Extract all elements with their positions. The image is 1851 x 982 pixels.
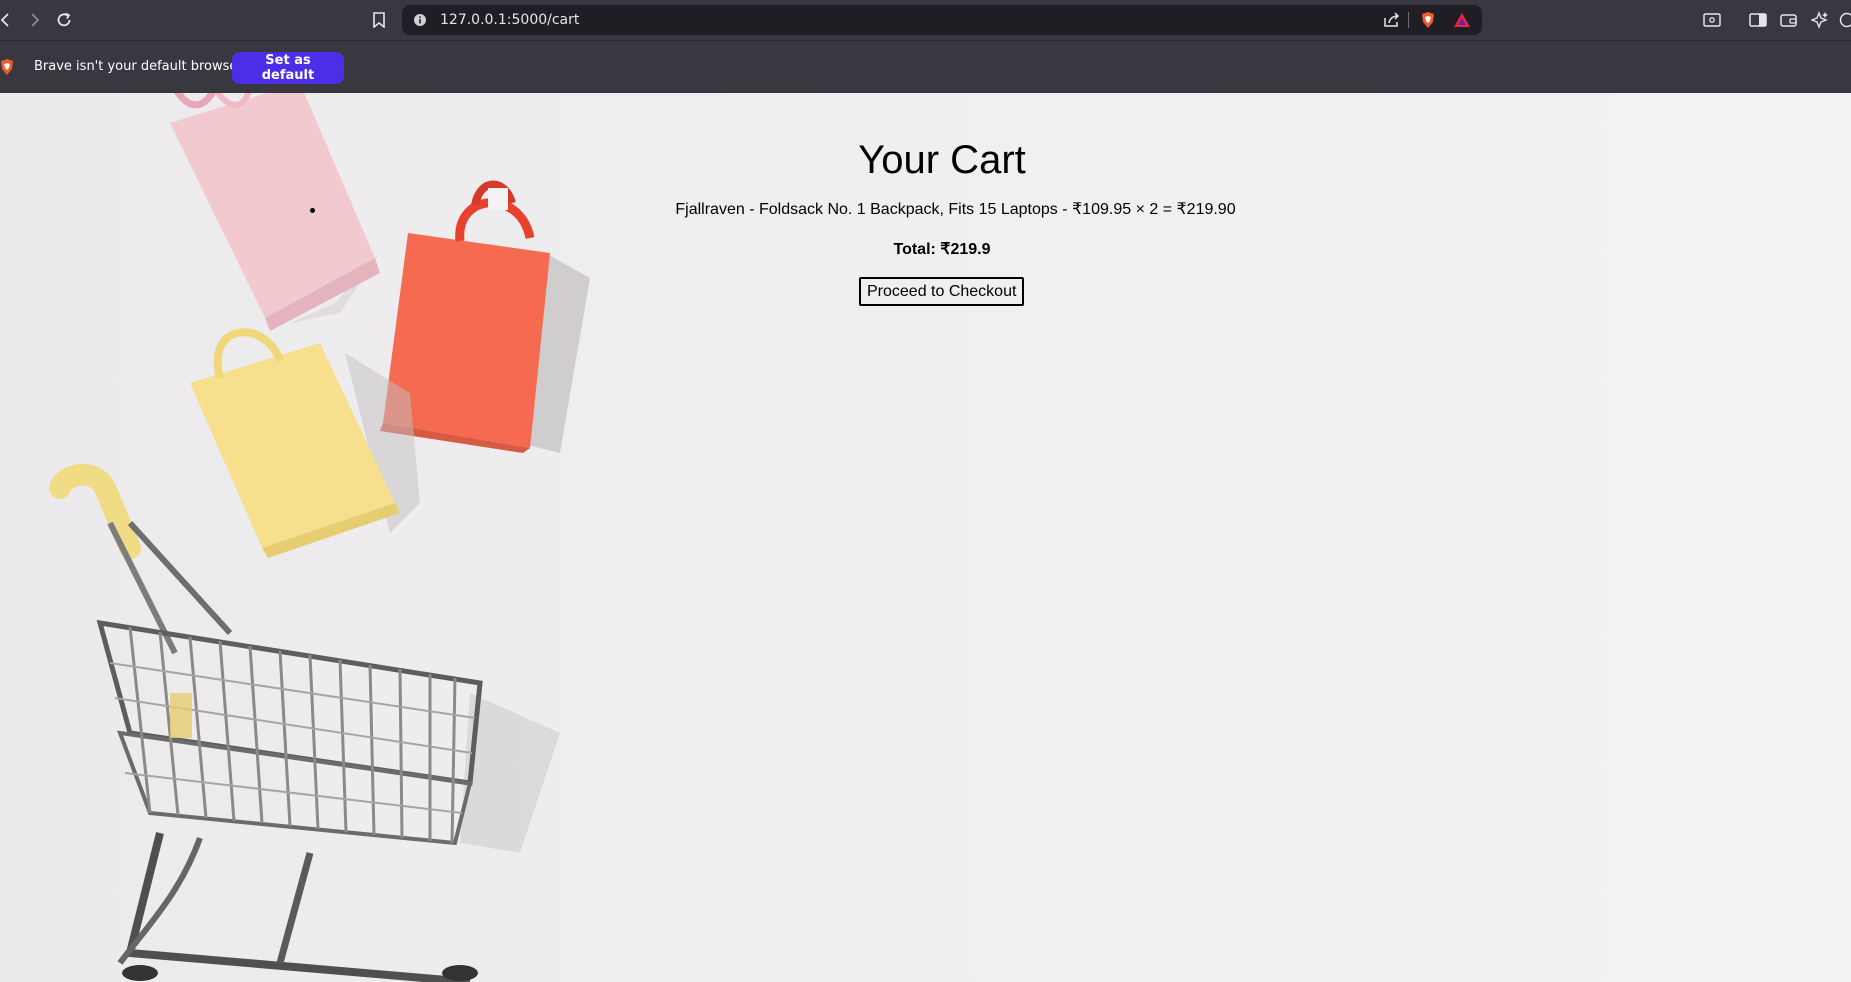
shopping-background-image [49, 93, 590, 982]
infobar-message: Brave isn't your default browser [34, 59, 243, 74]
sidebar-icon[interactable] [1746, 8, 1770, 32]
url-text[interactable]: 127.0.0.1:5000/cart [440, 12, 579, 28]
address-bar[interactable]: 127.0.0.1:5000/cart [402, 5, 1482, 35]
wallet-icon[interactable] [1777, 8, 1801, 32]
leo-ai-icon[interactable] [1808, 8, 1832, 32]
cart-total: Total: ₹219.9 [893, 241, 991, 258]
set-as-default-button[interactable]: Set as default [232, 52, 344, 84]
browser-toolbar: 127.0.0.1:5000/cart [0, 0, 1851, 40]
brave-lion-icon [0, 58, 14, 81]
share-icon[interactable] [1382, 10, 1402, 30]
default-browser-infobar: Brave isn't your default browser Set as … [0, 40, 1851, 93]
brave-shields-icon[interactable] [1418, 10, 1438, 30]
back-icon[interactable] [0, 8, 18, 32]
urlbar-divider [1408, 12, 1409, 28]
bookmark-icon[interactable] [367, 8, 391, 32]
brave-rewards-icon[interactable] [1452, 10, 1472, 30]
proceed-to-checkout-button[interactable]: Proceed to Checkout [859, 277, 1025, 306]
browser-window: 127.0.0.1:5000/cart Brave isn't your def… [0, 0, 1851, 982]
site-info-icon[interactable] [410, 10, 430, 30]
forward-icon[interactable] [22, 8, 46, 32]
page-viewport: Your Cart Fjallraven - Foldsack No. 1 Ba… [0, 93, 1851, 982]
reload-icon[interactable] [52, 8, 76, 32]
cart-item-text: Fjallraven - Foldsack No. 1 Backpack, Fi… [675, 201, 1236, 218]
reader-mode-icon[interactable] [1700, 8, 1724, 32]
vpn-icon[interactable] [1835, 8, 1851, 32]
page-title: Your Cart [858, 138, 1026, 182]
